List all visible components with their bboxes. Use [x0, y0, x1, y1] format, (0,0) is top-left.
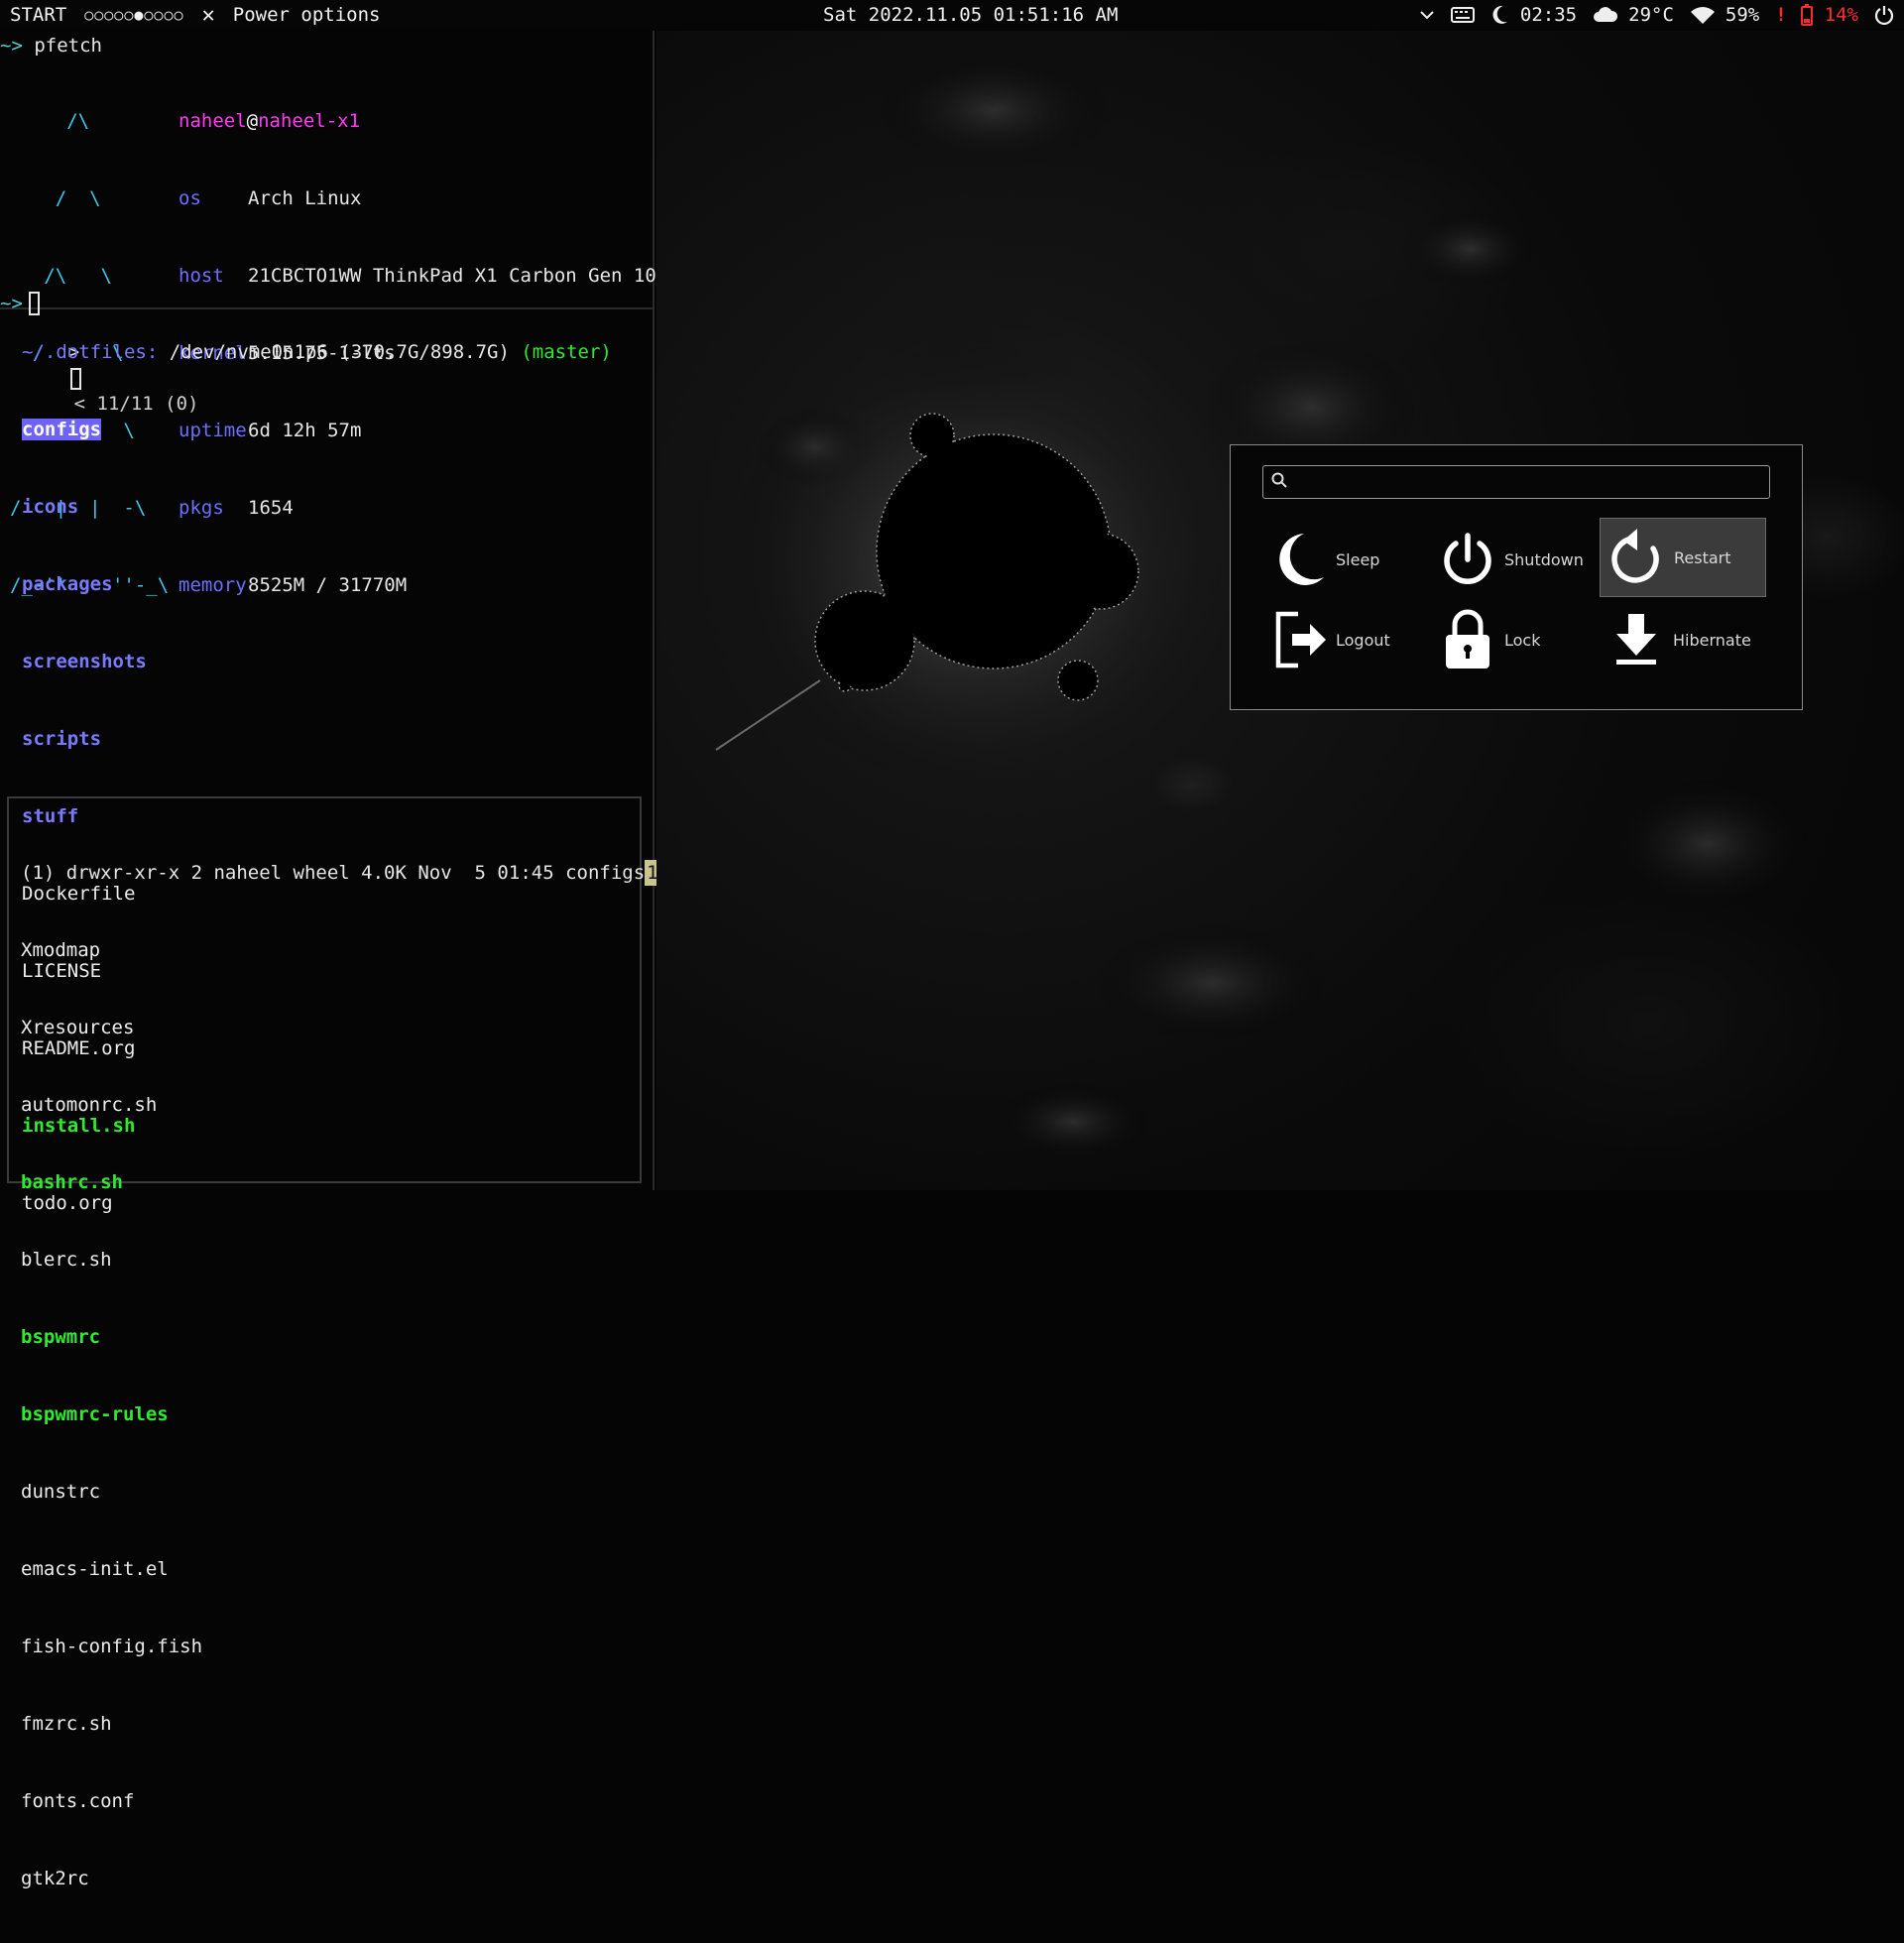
close-window-icon[interactable]: ✕ — [202, 3, 215, 28]
restart-label: Restart — [1674, 547, 1731, 567]
moon-icon — [1262, 532, 1336, 587]
night-light-time: 02:35 — [1519, 4, 1578, 26]
search-input[interactable] — [1295, 471, 1761, 493]
file-name: configs — [22, 419, 102, 440]
power-menu-icon[interactable] — [1874, 5, 1894, 25]
preview-pane: (1) drwxr-xr-x 2 naheel wheel 4.0K Nov 5… — [7, 796, 694, 1889]
cloud-icon — [1593, 6, 1618, 24]
file-entry[interactable]: packages — [22, 571, 147, 597]
battery-icon — [1800, 4, 1813, 26]
preview-entry: bspwmrc-rules — [21, 1403, 169, 1425]
tray-chevron-icon[interactable] — [1419, 10, 1435, 20]
weather-status[interactable]: 29°C — [1593, 4, 1674, 26]
power-options-dialog: Sleep Shutdown Restart Logout Lock Hiber… — [1230, 444, 1803, 710]
preview-header: (1) drwxr-xr-x 2 naheel wheel 4.0K Nov 5… — [21, 860, 694, 886]
user-host: naheel@naheel-x1 — [178, 108, 656, 134]
ascii-line: /\ — [10, 110, 90, 132]
download-icon — [1600, 612, 1673, 668]
lock-icon — [1431, 609, 1504, 670]
battery-level: 14% — [1824, 4, 1858, 26]
file-entry[interactable]: screenshots — [22, 649, 147, 674]
info-value: Arch Linux — [248, 187, 362, 209]
restart-icon — [1601, 529, 1674, 586]
night-light-status[interactable]: 02:35 — [1490, 4, 1577, 26]
logout-label: Logout — [1336, 630, 1390, 650]
file-entry[interactable]: scripts — [22, 726, 147, 752]
search-box[interactable] — [1262, 465, 1770, 499]
battery-status[interactable]: ! 14% — [1775, 4, 1858, 26]
logout-icon — [1262, 610, 1336, 669]
sleep-label: Sleep — [1336, 549, 1380, 569]
username: naheel — [178, 110, 247, 132]
preview-entry: Xmodmap — [21, 939, 101, 961]
prompt-symbol: ~> — [0, 35, 23, 57]
directory-name: ~/.dotfiles: — [22, 341, 159, 363]
keyboard-icon[interactable] — [1450, 7, 1475, 23]
preview-entry: bashrc.sh — [21, 1171, 123, 1193]
hostname: naheel-x1 — [258, 110, 361, 132]
info-value: 21CBCTO1WW ThinkPad X1 Carbon Gen 10 — [248, 265, 656, 287]
hibernate-button[interactable]: Hibernate — [1600, 601, 1766, 678]
terminal-pfetch[interactable]: ~> pfetch /\ / \ /\ \ / \ / ,, \ / | | -… — [0, 31, 656, 596]
ascii-line: / \ — [10, 187, 101, 209]
temperature: 29°C — [1628, 4, 1674, 26]
restart-button[interactable]: Restart — [1600, 518, 1766, 597]
at-sign: @ — [246, 110, 259, 132]
preview-entry: automonrc.sh — [21, 1094, 158, 1116]
power-icon — [1431, 532, 1504, 587]
terminal-column: ~> pfetch /\ / \ /\ \ / \ / ,, \ / | | -… — [0, 31, 694, 1889]
preview-entry: bspwmrc — [21, 1326, 101, 1348]
preview-entry: emacs-init.el — [21, 1558, 169, 1580]
command-text: pfetch — [34, 35, 102, 57]
info-row-os: os Arch Linux — [178, 185, 656, 211]
battery-alert-icon: ! — [1775, 4, 1787, 26]
preview-entry: fish-config.fish — [21, 1636, 203, 1657]
file-entry[interactable]: configs — [22, 417, 147, 442]
ascii-line: /\ \ — [10, 265, 112, 287]
clock: Sat 2022.11.05 01:51:16 AM — [823, 4, 1119, 26]
preview-entry: fmzrc.sh — [21, 1713, 112, 1735]
git-branch: (master) — [521, 341, 612, 363]
hibernate-label: Hibernate — [1673, 630, 1751, 650]
sleep-button[interactable]: Sleep — [1262, 521, 1429, 598]
preview-entry: Xresources — [21, 1017, 135, 1038]
preview-entry: fonts.conf — [21, 1790, 135, 1812]
wifi-icon — [1690, 6, 1716, 24]
lock-label: Lock — [1504, 630, 1541, 650]
info-key: host — [178, 265, 224, 287]
shutdown-button[interactable]: Shutdown — [1431, 521, 1598, 598]
start-button[interactable]: START — [10, 4, 66, 26]
top-bar: START ○○○○○●○○○○ ✕ Power options Sat 202… — [0, 0, 1904, 30]
window-title: Power options — [232, 4, 381, 26]
current-path: ~/.dotfiles: /dev/nvme0n1p6 (370.7G/898.… — [22, 339, 612, 365]
preview-entry: gtk2rc — [21, 1868, 89, 1889]
command-line: ~> pfetch — [0, 33, 102, 59]
wifi-status[interactable]: 59% — [1690, 4, 1759, 26]
file-entry[interactable]: icons — [22, 494, 147, 520]
lock-button[interactable]: Lock — [1431, 601, 1598, 678]
shutdown-label: Shutdown — [1504, 549, 1584, 569]
info-row-host: host 21CBCTO1WW ThinkPad X1 Carbon Gen 10 — [178, 263, 656, 289]
preview-file-info: (1) drwxr-xr-x 2 naheel wheel 4.0K Nov 5… — [21, 862, 646, 884]
info-key: os — [178, 187, 201, 209]
workspace-indicator[interactable]: ○○○○○●○○○○ — [84, 6, 183, 24]
preview-entry: blerc.sh — [21, 1249, 112, 1271]
search-icon — [1271, 472, 1287, 492]
wifi-strength: 59% — [1725, 4, 1760, 26]
preview-entry: dunstrc — [21, 1481, 101, 1503]
terminal-file-manager[interactable]: > < 11/11 (0) ~/.dotfiles: /dev/nvme0n1p… — [0, 311, 694, 1889]
device-info: /dev/nvme0n1p6 (370.7G/898.7G) — [169, 341, 510, 363]
moon-icon — [1490, 5, 1508, 25]
logout-button[interactable]: Logout — [1262, 601, 1429, 678]
